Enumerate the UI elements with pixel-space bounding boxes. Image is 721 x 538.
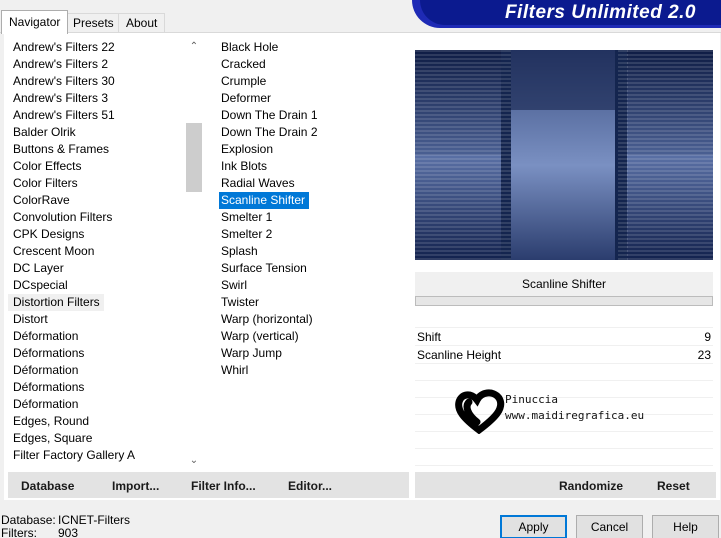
list-toolbar: Database Import... Filter Info... Editor… — [8, 472, 409, 498]
filter-item[interactable]: Scanline Shifter — [219, 192, 310, 209]
randomize-button[interactable]: Randomize — [559, 479, 623, 493]
app-banner: Filters Unlimited 2.0 — [420, 0, 721, 25]
filter-item[interactable]: Deformer — [216, 90, 408, 107]
filter-item[interactable]: Warp Jump — [216, 345, 408, 362]
category-item[interactable]: Déformation — [8, 362, 202, 379]
database-button[interactable]: Database — [21, 479, 74, 493]
category-item[interactable]: CPK Designs — [8, 226, 202, 243]
category-item[interactable]: Convolution Filters — [8, 209, 202, 226]
filter-item[interactable]: Down The Drain 2 — [216, 124, 408, 141]
category-item[interactable]: Andrew's Filters 3 — [8, 90, 202, 107]
scroll-down-icon[interactable]: ⌄ — [189, 456, 199, 466]
filter-item[interactable]: Down The Drain 1 — [216, 107, 408, 124]
category-item[interactable]: Déformations — [8, 379, 202, 396]
filter-item[interactable]: Smelter 1 — [216, 209, 408, 226]
tab-navigator[interactable]: Navigator — [1, 10, 69, 34]
filter-item[interactable]: Swirl — [216, 277, 408, 294]
category-item[interactable]: Andrew's Filters 22 — [8, 39, 202, 56]
filter-item[interactable]: Smelter 2 — [216, 226, 408, 243]
filters-count-label: Filters: — [1, 526, 37, 538]
filter-item[interactable]: Radial Waves — [216, 175, 408, 192]
category-item[interactable]: Distort — [8, 311, 202, 328]
filter-item[interactable]: Warp (vertical) — [216, 328, 408, 345]
filter-item[interactable]: Twister — [216, 294, 408, 311]
param-scanline-height[interactable]: Scanline Height 23 — [415, 345, 713, 363]
category-item[interactable]: Distortion Filters — [8, 294, 104, 311]
param-shift[interactable]: Shift 9 — [415, 327, 713, 345]
category-list[interactable]: Andrew's Filters 22 Andrew's Filters 2 And… — [8, 39, 202, 470]
category-item[interactable]: Andrew's Filters 30 — [8, 73, 202, 90]
apply-button[interactable]: Apply — [500, 515, 567, 538]
param-name: Shift — [417, 330, 442, 344]
status-info: Database: ICNET-Filters Filters: 903 — [1, 514, 130, 538]
category-item[interactable]: Andrew's Filters 2 — [8, 56, 202, 73]
category-item[interactable]: Déformations — [8, 345, 202, 362]
filter-item[interactable]: Warp (horizontal) — [216, 311, 408, 328]
help-button[interactable]: Help — [652, 515, 719, 538]
current-filter-name: Scanline Shifter — [415, 272, 713, 296]
category-item[interactable]: Balder Olrik — [8, 124, 202, 141]
import-button[interactable]: Import... — [112, 479, 159, 493]
reset-button[interactable]: Reset — [657, 479, 690, 493]
filter-item[interactable]: Splash — [216, 243, 408, 260]
heart-logo-icon — [455, 389, 505, 435]
category-scrollbar[interactable]: ⌃ ⌄ — [186, 39, 202, 470]
filter-progress-bar — [415, 296, 713, 306]
category-item[interactable]: Edges, Round — [8, 413, 202, 430]
category-item[interactable]: ColorRave — [8, 192, 202, 209]
param-empty-row — [415, 448, 713, 465]
category-item[interactable]: Color Filters — [8, 175, 202, 192]
filter-item[interactable]: Black Hole — [216, 39, 408, 56]
scroll-up-icon[interactable]: ⌃ — [189, 42, 199, 52]
app-title: Filters Unlimited 2.0 — [504, 2, 696, 23]
watermark-name: Pinuccia — [505, 393, 558, 406]
filter-item[interactable]: Cracked — [216, 56, 408, 73]
param-value[interactable]: 23 — [698, 348, 711, 362]
watermark-logo: Pinuccia www.maidiregrafica.eu — [455, 388, 655, 438]
category-item[interactable]: Andrew's Filters 51 — [8, 107, 202, 124]
tab-about[interactable]: About — [118, 13, 166, 33]
category-item[interactable]: Edges, Square — [8, 430, 202, 447]
category-item[interactable]: Filter Factory Gallery A — [8, 447, 202, 464]
watermark-site: www.maidiregrafica.eu — [505, 409, 645, 422]
param-empty-row — [415, 363, 713, 380]
filter-item[interactable]: Surface Tension — [216, 260, 408, 277]
filters-count-value: 903 — [58, 526, 79, 538]
filter-item[interactable]: Explosion — [216, 141, 408, 158]
scrollbar-thumb[interactable] — [186, 123, 202, 192]
category-item[interactable]: Crescent Moon — [8, 243, 202, 260]
category-item[interactable]: DC Layer — [8, 260, 202, 277]
param-name: Scanline Height — [417, 348, 502, 362]
database-value: ICNET-Filters — [58, 513, 130, 527]
param-value[interactable]: 9 — [704, 330, 711, 344]
filter-list[interactable]: Black Hole Cracked Crumple Deformer Down The… — [216, 39, 408, 470]
cancel-button[interactable]: Cancel — [576, 515, 643, 538]
category-item[interactable]: DCspecial — [8, 277, 202, 294]
category-item[interactable]: Buttons & Frames — [8, 141, 202, 158]
param-toolbar: Randomize Reset — [415, 472, 716, 498]
editor-button[interactable]: Editor... — [288, 479, 332, 493]
filter-item[interactable]: Crumple — [216, 73, 408, 90]
filter-info-button[interactable]: Filter Info... — [191, 479, 256, 493]
category-item[interactable]: Déformation — [8, 396, 202, 413]
tab-presets[interactable]: Presets — [65, 13, 122, 33]
category-item[interactable]: Déformation — [8, 328, 202, 345]
filter-preview — [415, 50, 713, 260]
category-item[interactable]: Color Effects — [8, 158, 202, 175]
filter-item[interactable]: Ink Blots — [216, 158, 408, 175]
filter-item[interactable]: Whirl — [216, 362, 408, 379]
